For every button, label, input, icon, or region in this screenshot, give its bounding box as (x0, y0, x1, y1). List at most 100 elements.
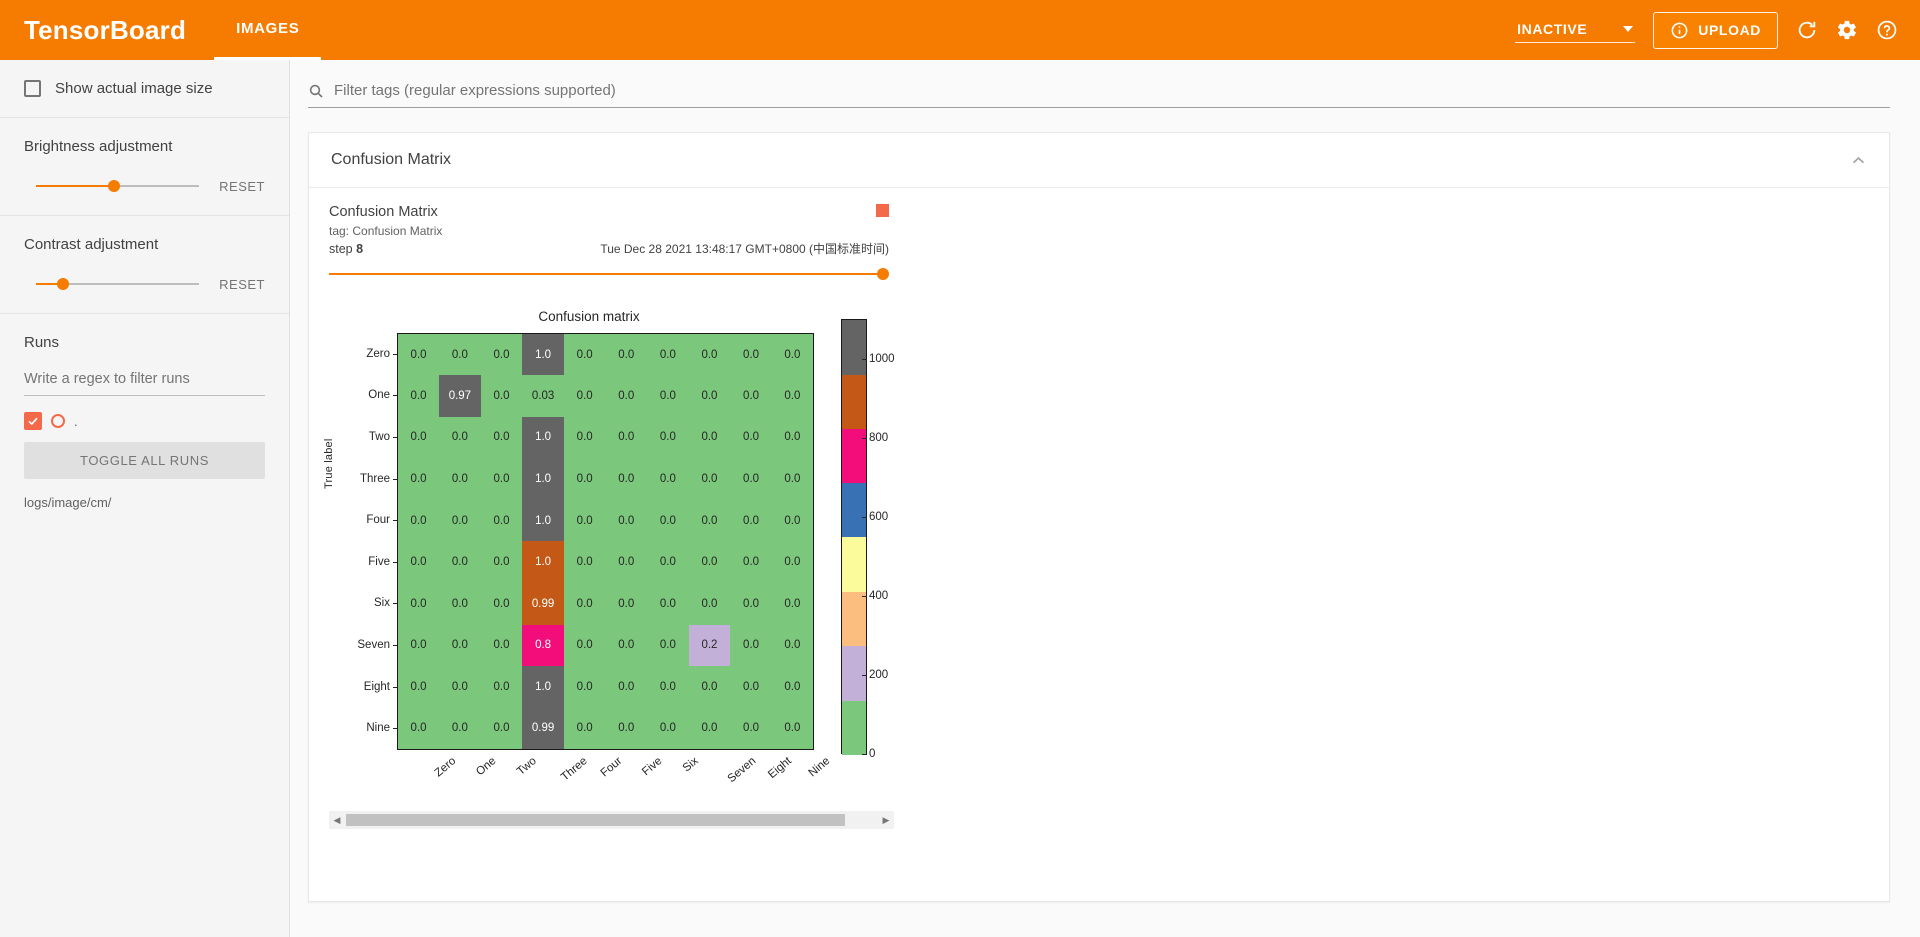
sidebar-section-contrast: Contrast adjustment RESET (0, 216, 289, 314)
heatmap-cell: 0.0 (480, 583, 523, 625)
step-slider[interactable] (329, 267, 889, 281)
heatmap-cell: 0.0 (730, 333, 772, 376)
image-horizontal-scrollbar[interactable]: ◀ ▶ (329, 811, 894, 829)
heatmap-grid-wrap: 0.0 0.0 0.0 1.0 0.0 0.0 0.0 0.0 0.0 0.0 0.0 0.97 0.0… (357, 333, 833, 785)
heatmap-row: 0.0 0.0 0.0 1.0 0.0 0.0 0.0 0.0 0.0 0.0 (397, 499, 814, 542)
app-brand: TensorBoard (24, 15, 187, 45)
colorbar-band (842, 483, 866, 538)
heatmap-cell: 0.0 (771, 499, 814, 542)
image-card-header: Confusion Matrix tag: Confusion Matrix (329, 204, 889, 238)
heatmap-cell: 0.0 (397, 458, 440, 500)
colorbar-band (842, 700, 866, 755)
heatmap-cell: 0.0 (439, 333, 481, 376)
heatmap-cell: 0.0 (563, 499, 606, 542)
show-actual-image-size-row[interactable]: Show actual image size (24, 80, 265, 97)
step-slider-track (329, 273, 883, 275)
gear-icon[interactable] (1836, 19, 1858, 41)
heatmap-cell: 0.0 (730, 583, 772, 625)
heatmap-cell: 0.0 (688, 333, 731, 376)
contrast-slider[interactable] (24, 275, 200, 293)
heatmap-cell: 0.0 (647, 541, 689, 584)
chevron-up-icon[interactable] (1850, 152, 1867, 169)
colorbar-band (842, 374, 866, 429)
heatmap-cell: 0.0 (480, 541, 523, 584)
y-axis-tick: Zero (366, 347, 397, 360)
heatmap-cell: 0.0 (647, 458, 689, 500)
show-actual-image-size-checkbox[interactable] (24, 80, 41, 97)
heatmap-cell: 0.8 (522, 624, 564, 667)
heatmap-cell: 1.0 (522, 333, 564, 376)
heatmap-row: 0.0 0.0 0.0 1.0 0.0 0.0 0.0 0.0 0.0 0.0 (397, 541, 814, 584)
heatmap-cell: 0.0 (397, 541, 440, 584)
heatmap-cell: 0.0 (605, 583, 648, 625)
x-axis-tick: Zero (432, 755, 459, 780)
heatmap-cell: 0.0 (439, 707, 481, 750)
image-card-title: Confusion Matrix (329, 204, 438, 220)
tab-images[interactable]: IMAGES (214, 0, 322, 60)
heatmap-cell: 0.0 (771, 541, 814, 584)
heatmap-cell: 0.0 (688, 416, 731, 459)
heatmap-grid: 0.0 0.0 0.0 1.0 0.0 0.0 0.0 0.0 0.0 0.0 0.0 0.97 0.0… (397, 333, 814, 750)
main-content: Confusion Matrix Confusion Matrix tag: C… (290, 60, 1920, 937)
tag-group-title: Confusion Matrix (331, 151, 452, 168)
heatmap-row: 0.0 0.0 0.0 1.0 0.0 0.0 0.0 0.0 0.0 0.0 (397, 333, 814, 376)
scroll-left-arrow[interactable]: ◀ (329, 815, 345, 826)
heatmap-cell: 0.0 (647, 624, 689, 667)
heatmap-cell: 0.0 (397, 499, 440, 542)
heatmap-cell: 0.99 (522, 583, 564, 625)
brightness-slider-thumb[interactable] (108, 180, 120, 192)
heatmap-cell: 0.0 (397, 416, 440, 459)
upload-button-label: UPLOAD (1698, 22, 1761, 38)
contrast-reset-button[interactable]: RESET (219, 277, 265, 292)
brightness-slider[interactable] (24, 177, 200, 195)
heatmap-cell: 0.0 (480, 375, 523, 417)
heatmap-cell: 0.0 (439, 458, 481, 500)
heatmap-cell: 0.0 (397, 666, 440, 708)
heatmap-cell: 0.03 (522, 375, 564, 417)
heatmap-cell: 0.0 (771, 333, 814, 376)
heatmap-cell: 1.0 (522, 541, 564, 584)
run-status-select[interactable]: INACTIVE (1515, 18, 1636, 43)
upload-button[interactable]: UPLOAD (1653, 11, 1778, 49)
heatmap-cell: 0.0 (647, 375, 689, 417)
colorbar-band (842, 592, 866, 647)
heatmap-cell: 0.0 (439, 583, 481, 625)
heatmap-cell: 0.0 (688, 707, 731, 750)
heatmap-cell: 0.0 (688, 499, 731, 542)
heatmap-cell: 0.99 (522, 707, 564, 750)
scroll-right-arrow[interactable]: ▶ (878, 815, 894, 826)
heatmap-cell: 0.0 (647, 333, 689, 376)
scrollbar-thumb[interactable] (346, 814, 845, 826)
confusion-matrix-figure: Confusion matrix True label 0.0 0.0 0.0 1.0… (323, 309, 929, 829)
run-checkbox[interactable] (24, 412, 42, 430)
heatmap-cell: 0.0 (771, 416, 814, 459)
help-icon[interactable] (1876, 19, 1898, 41)
heatmap-cell: 0.0 (605, 458, 648, 500)
heatmap-cell: 1.0 (522, 499, 564, 542)
y-axis-tick: One (368, 389, 397, 402)
y-axis-tick: Two (368, 431, 398, 443)
image-card-step: step 8 (329, 242, 363, 256)
heatmap-cell: 0.0 (439, 499, 481, 542)
image-card-tag: tag: Confusion Matrix (329, 224, 443, 238)
chevron-down-icon (1623, 25, 1634, 32)
run-item[interactable]: . (24, 412, 265, 430)
heatmap-row: 0.0 0.0 0.0 1.0 0.0 0.0 0.0 0.0 0.0 0.0 (397, 666, 814, 708)
step-slider-thumb[interactable] (877, 268, 889, 280)
x-axis-tick: Two (515, 755, 539, 778)
colorbar-tick: 400 (861, 589, 889, 602)
heatmap-cell: 0.0 (771, 458, 814, 500)
heatmap-cell: 0.0 (771, 375, 814, 417)
runs-filter-input[interactable] (24, 367, 265, 396)
x-axis-tick: Four (598, 755, 625, 780)
heatmap-row: 0.0 0.0 0.0 0.8 0.0 0.0 0.0 0.2 0.0 0.0 (397, 624, 814, 667)
toggle-all-runs-button[interactable]: TOGGLE ALL RUNS (24, 442, 265, 479)
run-status-label: INACTIVE (1517, 20, 1588, 37)
brightness-reset-button[interactable]: RESET (219, 179, 265, 194)
reload-icon[interactable] (1796, 19, 1818, 41)
info-icon (1670, 21, 1689, 40)
tag-filter-input[interactable] (334, 82, 1890, 99)
tag-group-header[interactable]: Confusion Matrix (309, 133, 1889, 188)
contrast-slider-thumb[interactable] (57, 278, 69, 290)
heatmap-cell: 0.0 (605, 499, 648, 542)
